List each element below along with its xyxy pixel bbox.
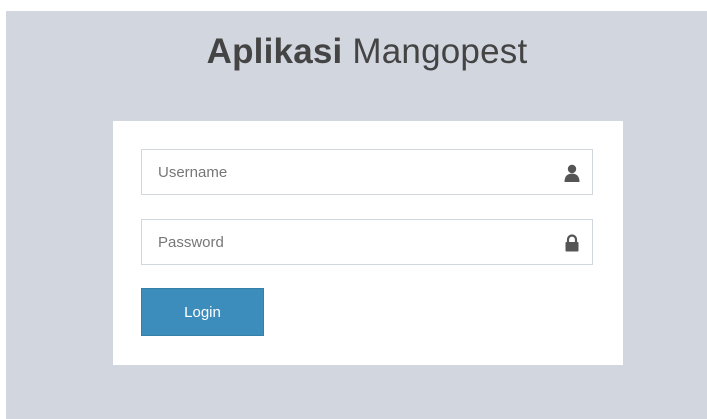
- user-icon: [564, 164, 580, 182]
- password-input[interactable]: [142, 220, 592, 264]
- login-box: Login: [113, 121, 623, 365]
- username-input[interactable]: [142, 150, 592, 194]
- logo-bold-text: Aplikasi: [206, 32, 343, 71]
- logo-light-text: Mangopest: [352, 32, 528, 71]
- username-field: [141, 149, 593, 195]
- login-button[interactable]: Login: [141, 288, 264, 336]
- app-logo: Aplikasi Mangopest: [0, 32, 707, 72]
- password-field: [141, 219, 593, 265]
- lock-icon: [564, 234, 580, 252]
